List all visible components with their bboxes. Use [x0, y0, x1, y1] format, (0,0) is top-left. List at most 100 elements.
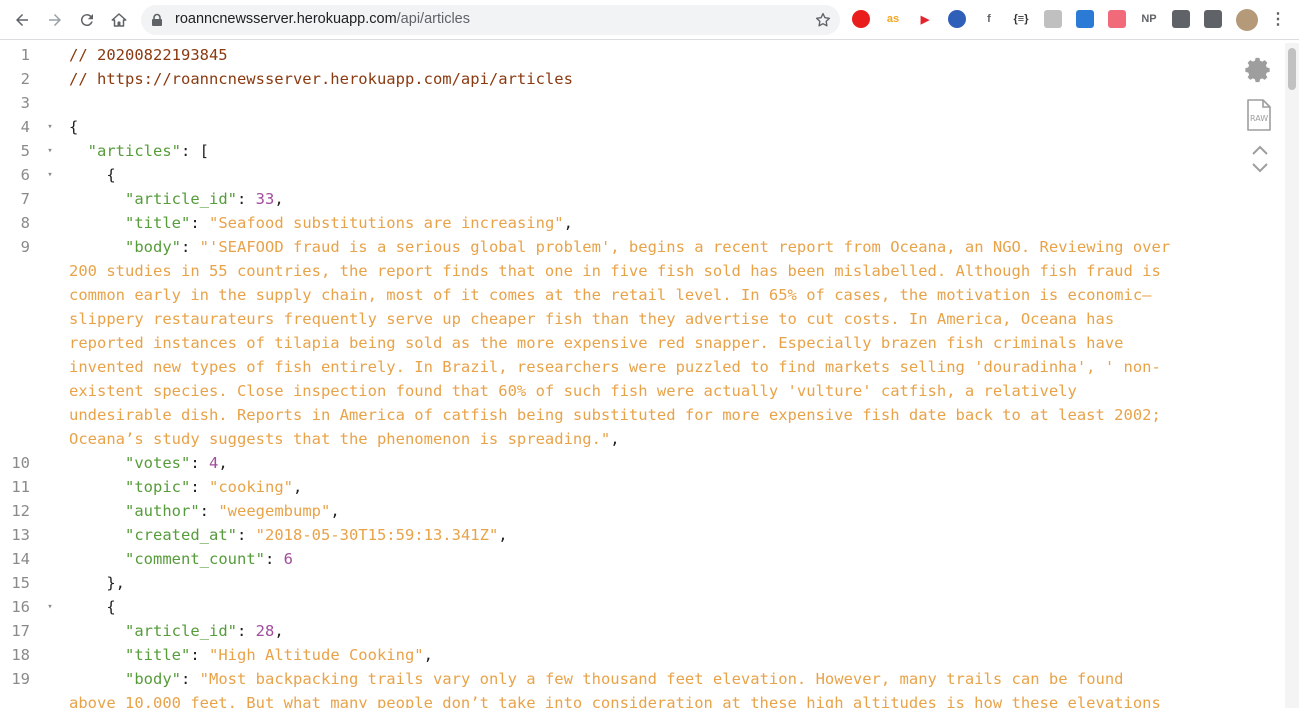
fold-toggle-icon[interactable]: ▾ — [45, 163, 55, 187]
token-comment: // 20200822193845 — [69, 46, 228, 64]
token-str: undesirable dish. Reports in America of … — [69, 406, 1161, 424]
vertical-scrollbar[interactable] — [1285, 43, 1299, 708]
line-content: invented new types of fish entirely. In … — [69, 355, 1161, 379]
token-punc — [69, 502, 125, 520]
line-number: 6 — [20, 166, 30, 184]
code-line: 3 — [0, 91, 1230, 115]
code-line: 9 "body": "'SEAFOOD fraud is a serious g… — [0, 235, 1230, 259]
url-path: /api/articles — [396, 11, 470, 27]
forward-button[interactable] — [43, 8, 67, 32]
token-punc: : — [181, 670, 200, 688]
code-line: 200 studies in 55 countries, the report … — [0, 259, 1230, 283]
token-punc — [69, 550, 125, 568]
line-content: "article_id": 28, — [69, 619, 284, 643]
token-punc — [69, 670, 125, 688]
forward-arrow-icon — [49, 14, 61, 26]
code-line: 4 ▾ { — [0, 115, 1230, 139]
clock-icon[interactable] — [948, 10, 966, 28]
token-key: "author" — [125, 502, 200, 520]
youtube-icon[interactable]: ▶ — [916, 10, 934, 28]
code-line: 16 ▾ { — [0, 595, 1230, 619]
back-button[interactable] — [10, 8, 34, 32]
token-key: "body" — [125, 670, 181, 688]
line-number: 13 — [11, 526, 30, 544]
token-punc: : — [264, 550, 284, 568]
line-number: 8 — [20, 214, 30, 232]
line-number: 12 — [11, 502, 30, 520]
collapse-all-chevron-up-icon[interactable] — [1251, 144, 1269, 156]
arrow-icon[interactable] — [1108, 10, 1126, 28]
token-punc: }, — [69, 574, 125, 592]
token-punc: , — [274, 622, 284, 640]
code-line: common early in the supply chain, most o… — [0, 283, 1230, 307]
scrollbar-thumb[interactable] — [1288, 48, 1296, 90]
expand-all-chevron-down-icon[interactable] — [1251, 162, 1269, 174]
raw-view-button[interactable]: RAW — [1246, 99, 1272, 131]
line-number: 10 — [11, 454, 30, 472]
address-bar[interactable]: roanncnewsserver.herokuapp.com/api/artic… — [141, 5, 840, 35]
json-braces-icon[interactable]: {≡} — [1012, 10, 1030, 28]
code-line: 14 "comment_count": 6 — [0, 547, 1230, 571]
token-key: "title" — [125, 214, 191, 232]
lastfm-icon[interactable]: as — [884, 10, 902, 28]
token-punc — [69, 622, 125, 640]
token-num: 4 — [209, 454, 219, 472]
grid-icon[interactable] — [1044, 10, 1062, 28]
line-content: "author": "weegembump", — [69, 499, 340, 523]
menu-kebab-icon[interactable]: ⋮ — [1269, 10, 1287, 28]
token-key: "votes" — [125, 454, 191, 472]
settings-gear-icon[interactable] — [1244, 55, 1274, 85]
token-str: "2018-05-30T15:59:13.341Z" — [255, 526, 499, 544]
token-key: "comment_count" — [125, 550, 265, 568]
line-content: { — [69, 115, 78, 139]
code-line: reported instances of tilapia being sold… — [0, 331, 1230, 355]
line-content: "articles": [ — [69, 139, 209, 163]
bookmark-star-icon[interactable] — [814, 11, 832, 29]
token-num: 33 — [255, 190, 275, 208]
avatar[interactable] — [1236, 9, 1258, 31]
token-punc: : [ — [181, 142, 209, 160]
token-punc — [69, 214, 125, 232]
triangle-icon[interactable] — [1076, 10, 1094, 28]
back-arrow-icon — [16, 14, 28, 26]
code-line: 13 "created_at": "2018-05-30T15:59:13.34… — [0, 523, 1230, 547]
token-num: 6 — [283, 550, 293, 568]
opera-red-icon[interactable] — [852, 10, 870, 28]
puzzle-icon[interactable] — [1172, 10, 1190, 28]
code-line: Oceana’s study suggests that the phenome… — [0, 427, 1230, 451]
line-content: // 20200822193845 — [69, 43, 228, 67]
token-str: above 10,000 feet. But what many people … — [69, 694, 1161, 708]
np-icon[interactable]: NP — [1140, 10, 1158, 28]
line-number: 1 — [20, 46, 30, 64]
token-str: "Seafood substitutions are increasing" — [209, 214, 564, 232]
line-content: { — [69, 163, 115, 187]
code-line: undesirable dish. Reports in America of … — [0, 403, 1230, 427]
token-punc: , — [274, 190, 284, 208]
url-text: roanncnewsserver.herokuapp.com/api/artic… — [175, 11, 470, 27]
token-str: "weegembump" — [218, 502, 331, 520]
code-line: 8 "title": "Seafood substitutions are in… — [0, 211, 1230, 235]
token-str: 200 studies in 55 countries, the report … — [69, 262, 1161, 280]
line-content: slippery restaurateurs frequently serve … — [69, 307, 1114, 331]
playlist-icon[interactable] — [1204, 10, 1222, 28]
reload-button[interactable] — [75, 8, 99, 32]
line-content: "body": "'SEAFOOD fraud is a serious glo… — [69, 235, 1170, 259]
line-content: "comment_count": 6 — [69, 547, 293, 571]
fold-toggle-icon[interactable]: ▾ — [45, 115, 55, 139]
reload-icon — [80, 14, 93, 27]
code-line: above 10,000 feet. But what many people … — [0, 691, 1230, 708]
code-line: 1 // 20200822193845 — [0, 43, 1230, 67]
home-button[interactable] — [107, 8, 131, 32]
code-line: 12 "author": "weegembump", — [0, 499, 1230, 523]
token-punc — [69, 238, 125, 256]
token-key: "article_id" — [125, 190, 237, 208]
fold-toggle-icon[interactable]: ▾ — [45, 595, 55, 619]
line-content: "article_id": 33, — [69, 187, 284, 211]
token-punc: , — [293, 478, 303, 496]
facebook-icon[interactable]: f — [980, 10, 998, 28]
code-line: slippery restaurateurs frequently serve … — [0, 307, 1230, 331]
token-str: common early in the supply chain, most o… — [69, 286, 1152, 304]
fold-toggle-icon[interactable]: ▾ — [45, 139, 55, 163]
token-punc: { — [69, 118, 79, 136]
token-punc: , — [563, 214, 573, 232]
